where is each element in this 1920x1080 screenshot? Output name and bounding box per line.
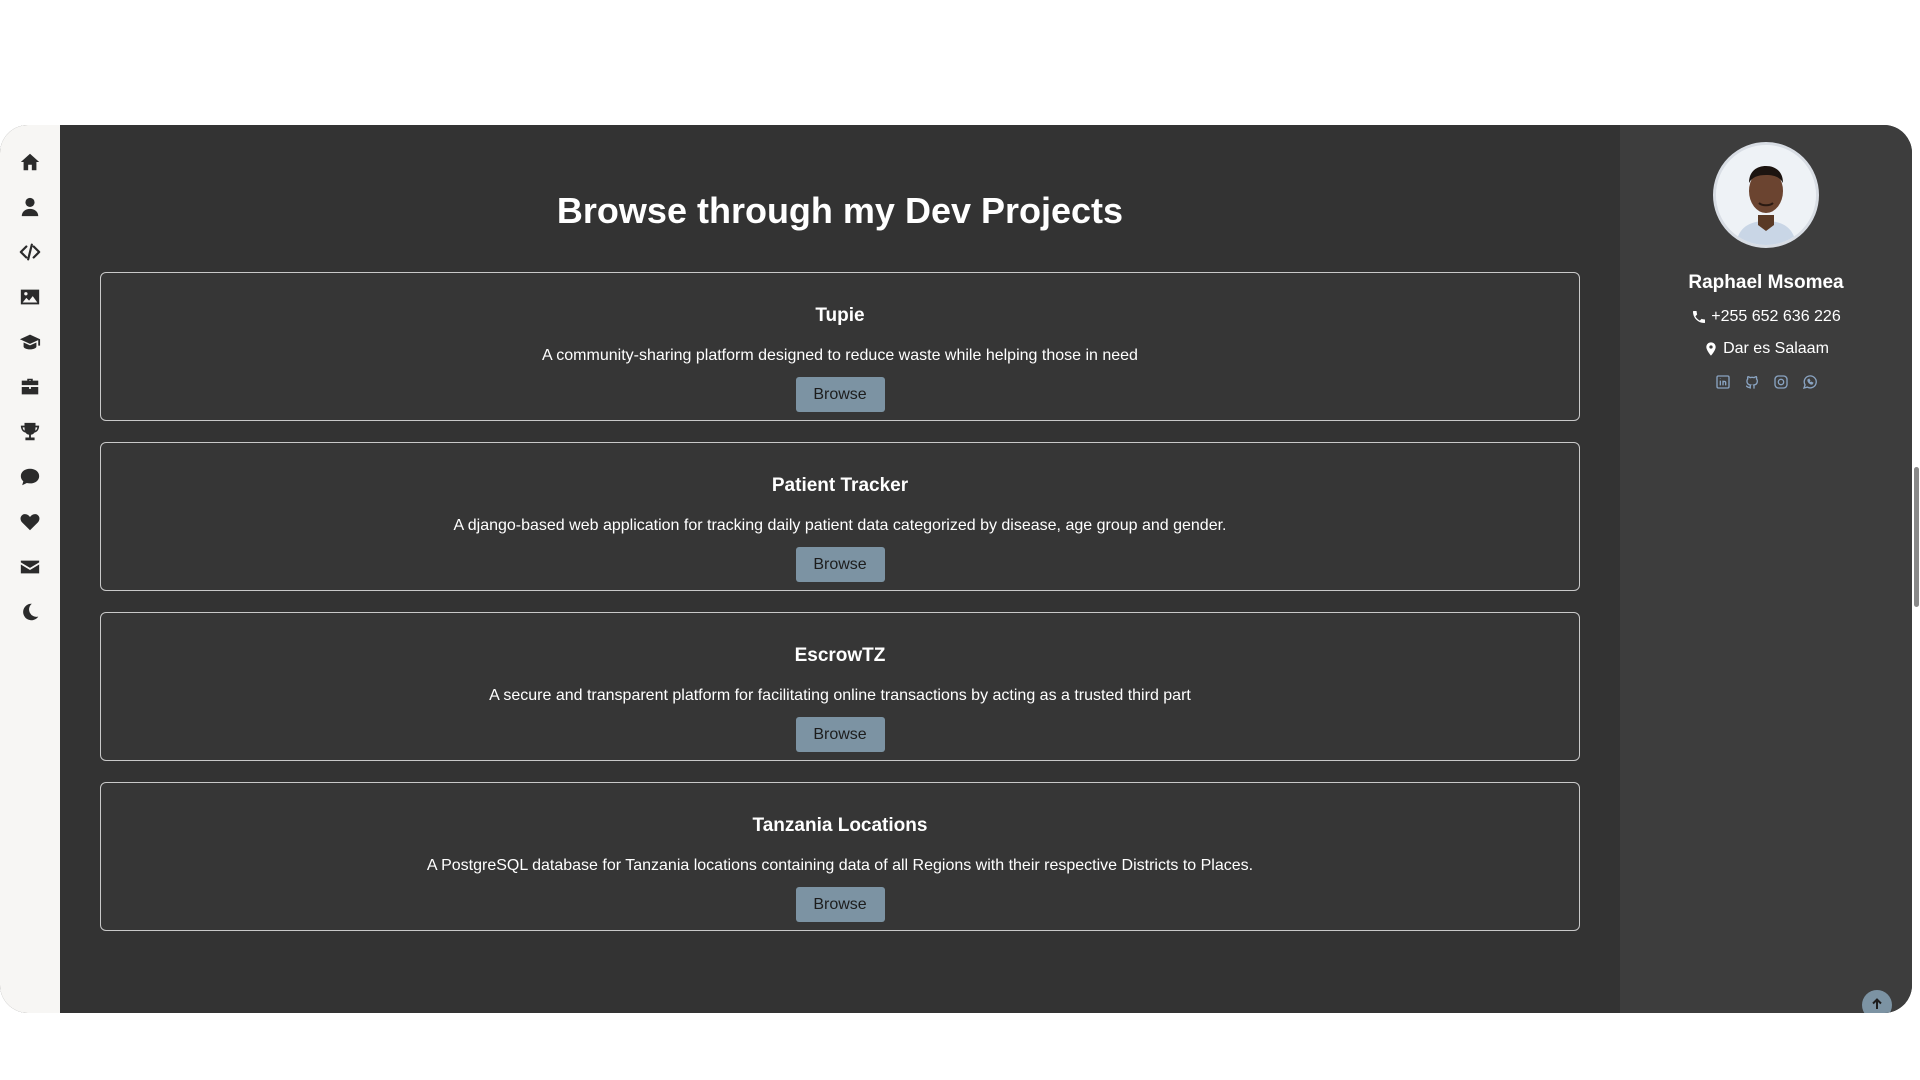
whatsapp-icon [1802,375,1817,389]
profile-name: Raphael Msomea [1688,272,1844,293]
browse-button[interactable]: Browse [795,377,885,412]
project-card-escrowtz: EscrowTZ A secure and transparent platfo… [100,612,1580,761]
location-text: Dar es Salaam [1723,340,1829,357]
github-link[interactable] [1744,374,1760,390]
project-title: Tanzania Locations [752,815,928,836]
main-content: Browse through my Dev Projects Tupie A c… [60,125,1620,1013]
project-card-tupie: Tupie A community-sharing platform desig… [100,272,1580,421]
phone-icon [1693,311,1706,323]
project-card-patient-tracker: Patient Tracker A django-based web appli… [100,442,1580,591]
arrow-up-icon [1872,998,1882,1009]
project-list: Tupie A community-sharing platform desig… [100,272,1580,952]
browse-button[interactable]: Browse [795,717,885,752]
project-title: Patient Tracker [771,475,909,496]
project-description: A community-sharing platform designed to… [542,347,1138,364]
browse-button[interactable]: Browse [795,547,885,582]
image-icon [20,289,40,304]
sidebar-item-gallery[interactable] [10,274,50,319]
home-icon [20,153,40,170]
sidebar-item-about[interactable] [10,184,50,229]
envelope-icon [20,560,40,573]
briefcase-icon [21,378,39,394]
page-title: Browse through my Dev Projects [556,190,1124,231]
profile-panel: Raphael Msomea +255 652 636 226 Dar es S… [1620,125,1912,1013]
map-marker-icon [1706,342,1716,356]
project-title: Tupie [815,305,865,326]
project-description: A secure and transparent platform for fa… [489,687,1191,704]
project-title: EscrowTZ [794,645,886,666]
app-frame: Browse through my Dev Projects Tupie A c… [0,125,1912,1013]
avatar-photo [1716,145,1816,245]
instagram-icon [1773,375,1788,389]
sidebar-item-achievements[interactable] [10,409,50,454]
whatsapp-link[interactable] [1802,374,1818,390]
social-links [1715,374,1818,390]
phone-number: +255 652 636 226 [1711,308,1841,325]
graduation-cap-icon [19,334,41,349]
sidebar-item-interests[interactable] [10,499,50,544]
sidebar-item-experience[interactable] [10,364,50,409]
comment-icon [20,468,40,485]
avatar [1713,142,1819,248]
linkedin-link[interactable] [1715,374,1731,390]
sidebar-item-home[interactable] [10,139,50,184]
sidebar-item-testimonials[interactable] [10,454,50,499]
theme-toggle[interactable] [10,589,50,634]
sidebar-item-education[interactable] [10,319,50,364]
heart-icon [20,513,40,530]
project-card-tanzania-locations: Tanzania Locations A PostgreSQL database… [100,782,1580,931]
code-icon [19,243,41,260]
user-icon [21,197,39,216]
sidebar-item-projects[interactable] [10,229,50,274]
phone-row: +255 652 636 226 [1691,308,1841,326]
project-description: A PostgreSQL database for Tanzania locat… [426,857,1254,874]
trophy-icon [20,422,40,440]
sidebar-item-contact[interactable] [10,544,50,589]
instagram-link[interactable] [1773,374,1789,390]
scroll-to-top-button[interactable] [1862,990,1892,1013]
page-scrollbar[interactable] [1914,467,1919,607]
sidebar-nav [0,125,60,1013]
location-row: Dar es Salaam [1703,340,1829,358]
project-description: A django-based web application for track… [453,517,1227,534]
moon-icon [23,603,39,620]
linkedin-icon [1715,375,1730,389]
github-icon [1745,376,1758,389]
browse-button[interactable]: Browse [795,887,885,922]
